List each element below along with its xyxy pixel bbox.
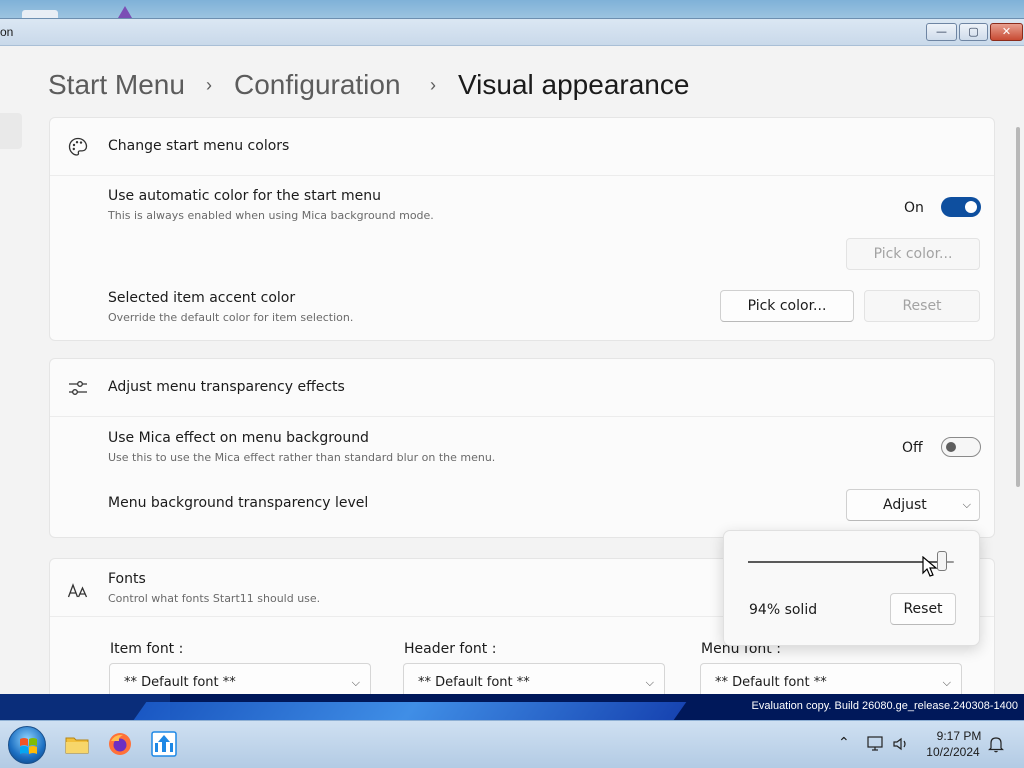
desktop-wallpaper: Evaluation copy. Build 26080.ge_release.… [0,694,1024,720]
accent-color-title: Selected item accent color [108,290,296,306]
toggle-knob [946,442,956,452]
show-hidden-icons-chevron-icon[interactable]: ⌃ [838,735,850,751]
minimize-button[interactable]: — [926,23,957,41]
background-icon-fragment [118,6,132,18]
transparency-flyout: 94% solid Reset [723,530,980,646]
header-font-label: Header font : [404,641,497,657]
chevron-down-icon: ⌵ [962,498,971,511]
breadcrumb-item-configuration[interactable]: Configuration [234,65,401,105]
colors-card-header: Change start menu colors [50,118,994,176]
flyout-reset-button[interactable]: Reset [890,593,956,625]
wallpaper-wave [133,702,687,720]
mica-title: Use Mica effect on menu background [108,430,369,446]
breadcrumb-item-start-menu[interactable]: Start Menu [48,65,185,105]
auto-color-toggle[interactable] [941,197,981,217]
close-icon: ✕ [1001,25,1012,38]
chevron-down-icon: ⌵ [645,676,654,689]
vertical-scrollbar[interactable] [1016,127,1020,487]
transparency-card: Adjust menu transparency effects Use Mic… [49,358,995,538]
item-font-value: ** Default font ** [124,675,236,690]
slider-thumb[interactable] [936,551,947,571]
desktop-strip [0,0,1024,18]
colors-card: Change start menu colors Use automatic c… [49,117,995,341]
chevron-down-icon: ⌵ [942,676,951,689]
toggle-knob [965,201,977,213]
title-bar[interactable]: on — ▢ ✕ [0,19,1024,46]
windows-logo-icon [20,738,37,754]
windows-start-icon[interactable] [8,726,46,764]
adjust-dropdown-button[interactable]: Adjust ⌵ [846,489,980,521]
item-font-select[interactable]: ** Default font ** ⌵ [109,663,371,694]
auto-color-state-label: On [904,200,924,216]
background-window-fragment [22,10,58,18]
window-title: on [0,25,14,39]
fonts-card-title: Fonts [108,571,146,587]
auto-color-desc: This is always enabled when using Mica b… [108,209,434,222]
transparency-card-title: Adjust menu transparency effects [108,379,345,395]
menu-font-value: ** Default font ** [715,675,827,690]
network-icon[interactable] [867,736,885,752]
minimize-icon: — [936,25,947,38]
accent-reset-button[interactable]: Reset [864,290,980,322]
nav-selected-item[interactable] [0,113,22,149]
fonts-card-desc: Control what fonts Start11 should use. [108,592,321,605]
menu-font-select[interactable]: ** Default font ** ⌵ [700,663,962,694]
clock-date[interactable]: 10/2/2024 [918,745,988,759]
accent-pick-color-button[interactable]: Pick color... [720,290,854,322]
start11-icon[interactable] [151,731,177,757]
breadcrumb-separator-icon: › [430,75,436,95]
volume-icon[interactable] [892,736,910,752]
evaluation-watermark: Evaluation copy. Build 26080.ge_release.… [751,700,1018,712]
palette-icon [68,137,88,156]
sliders-icon [69,381,87,395]
chevron-down-icon: ⌵ [351,676,360,689]
mica-desc: Use this to use the Mica effect rather t… [108,451,496,464]
font-size-icon [67,583,88,598]
slider-fill [748,561,942,563]
transparency-level-title: Menu background transparency level [108,495,369,511]
firefox-icon[interactable] [107,731,133,757]
colors-card-title: Change start menu colors [108,138,290,154]
header-font-value: ** Default font ** [418,675,530,690]
mica-state-label: Off [902,440,923,456]
notification-bell-icon[interactable] [988,735,1004,753]
adjust-label: Adjust [883,497,927,513]
taskbar: ⌃ 9:17 PM 10/2/2024 [0,720,1024,768]
accent-color-desc: Override the default color for item sele… [108,311,354,324]
file-explorer-icon[interactable] [64,731,90,757]
header-font-select[interactable]: ** Default font ** ⌵ [403,663,665,694]
item-font-label: Item font : [110,641,184,657]
maximize-button[interactable]: ▢ [959,23,988,41]
auto-pick-color-button[interactable]: Pick color... [846,238,980,270]
breadcrumb-separator-icon: › [206,75,212,95]
auto-color-title: Use automatic color for the start menu [108,188,381,204]
maximize-icon: ▢ [968,25,979,38]
clock-time[interactable]: 9:17 PM [924,729,994,743]
mouse-cursor-icon [922,556,938,577]
mica-toggle[interactable] [941,437,981,457]
transparency-card-header: Adjust menu transparency effects [50,359,994,417]
page-title: Visual appearance [458,69,690,100]
close-button[interactable]: ✕ [990,23,1023,41]
transparency-value-text: 94% solid [749,602,818,618]
